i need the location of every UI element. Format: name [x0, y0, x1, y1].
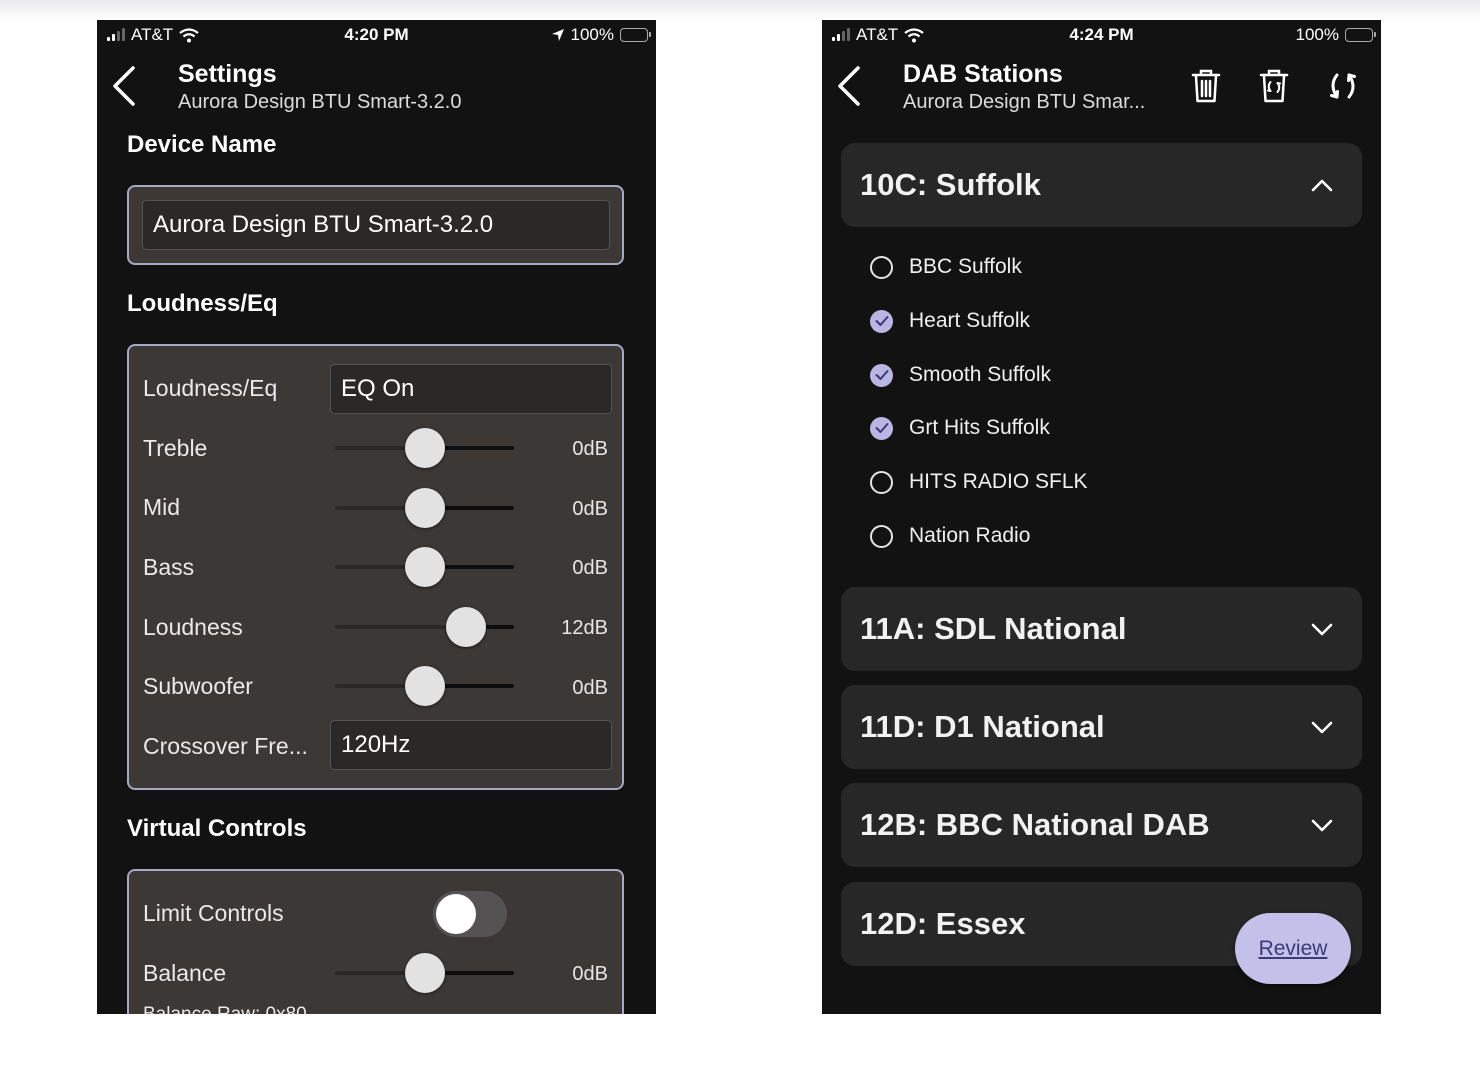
loudness-label: Loudness: [143, 614, 243, 640]
balance-label: Balance: [143, 960, 227, 986]
subwoofer-slider[interactable]: [335, 666, 514, 706]
station-label: HITS RADIO SFLK: [909, 470, 1088, 493]
back-chevron-icon[interactable]: [109, 64, 139, 108]
channel-group-title: 11A: SDL National: [860, 611, 1127, 646]
chevron-down-icon[interactable]: [1310, 717, 1334, 737]
mid-label: Mid: [143, 494, 181, 520]
bass-slider-knob[interactable]: [404, 547, 445, 587]
dab-stations-screen: AT&T 4:24 PM 100% DAB Stations Aurora De…: [822, 20, 1381, 1014]
battery-icon: [1345, 28, 1376, 42]
channel-group-title: 12B: BBC National DAB: [860, 807, 1210, 842]
loudness-value: 12dB: [561, 617, 608, 639]
mid-slider[interactable]: [335, 488, 514, 528]
channel-group-title: 12D: Essex: [860, 906, 1026, 941]
battery-icon: [620, 28, 651, 42]
station-label: BBC Suffolk: [909, 255, 1022, 278]
channel-group-11d[interactable]: 11D: D1 National: [841, 685, 1362, 769]
chevron-up-icon[interactable]: [1310, 175, 1334, 195]
loudness-eq-panel: Loudness/Eq EQ On Treble 0dB Mid 0dB Bas…: [127, 344, 624, 790]
radio-unchecked-icon[interactable]: [870, 524, 893, 548]
page-title: DAB Stations: [903, 60, 1063, 88]
station-item[interactable]: Heart Suffolk: [870, 301, 1030, 341]
device-name-heading: Device Name: [127, 131, 277, 158]
channel-group-12b[interactable]: 12B: BBC National DAB: [841, 783, 1362, 867]
radio-checked-icon[interactable]: [870, 363, 893, 387]
battery-percent: 100%: [570, 25, 614, 44]
station-item[interactable]: Grt Hits Suffolk: [870, 408, 1050, 448]
subwoofer-slider-knob[interactable]: [404, 666, 445, 706]
radio-unchecked-icon[interactable]: [870, 255, 893, 279]
balance-value: 0dB: [572, 963, 608, 985]
station-label: Smooth Suffolk: [909, 363, 1052, 386]
page-subtitle: Aurora Design BTU Smart-3.2.0: [178, 91, 462, 113]
treble-slider[interactable]: [335, 428, 514, 468]
station-item[interactable]: BBC Suffolk: [870, 247, 1022, 287]
trash-icon[interactable]: [1188, 68, 1224, 104]
station-label: Nation Radio: [909, 524, 1031, 547]
station-item[interactable]: Smooth Suffolk: [870, 355, 1051, 395]
eq-mode-label: Loudness/Eq: [143, 375, 278, 401]
station-item[interactable]: HITS RADIO SFLK: [870, 462, 1088, 502]
eq-mode-select[interactable]: EQ On: [330, 364, 612, 414]
subwoofer-label: Subwoofer: [143, 673, 253, 699]
status-bar: AT&T 4:24 PM 100%: [822, 20, 1381, 50]
loudness-slider[interactable]: [335, 607, 514, 647]
virtual-controls-panel: Limit Controls Balance 0dB Balance Raw: …: [127, 869, 624, 1014]
trash-refresh-icon[interactable]: [1256, 68, 1292, 104]
page-title: Settings: [178, 60, 277, 88]
mid-slider-knob[interactable]: [404, 488, 445, 528]
channel-group-11a[interactable]: 11A: SDL National: [841, 587, 1362, 671]
virtual-controls-heading: Virtual Controls: [127, 815, 307, 842]
loudness-eq-heading: Loudness/Eq: [127, 290, 278, 317]
refresh-icon[interactable]: [1325, 68, 1361, 104]
device-name-field[interactable]: Aurora Design BTU Smart-3.2.0: [142, 200, 610, 250]
subwoofer-value: 0dB: [572, 677, 608, 699]
bass-value: 0dB: [572, 557, 608, 579]
limit-controls-label: Limit Controls: [143, 900, 284, 926]
station-label: Heart Suffolk: [909, 309, 1031, 332]
limit-controls-toggle[interactable]: [433, 891, 507, 937]
channel-group-title: 10C: Suffolk: [860, 167, 1041, 202]
battery-percent: 100%: [1295, 25, 1339, 44]
balance-slider-knob[interactable]: [404, 953, 445, 993]
review-button[interactable]: Review: [1235, 913, 1351, 984]
chevron-down-icon[interactable]: [1310, 815, 1334, 835]
page-subtitle: Aurora Design BTU Smar...: [903, 91, 1146, 113]
balance-raw-label: Balance Raw: 0x80: [143, 1004, 307, 1014]
bass-label: Bass: [143, 554, 195, 580]
treble-value: 0dB: [572, 438, 608, 460]
treble-label: Treble: [143, 435, 208, 461]
station-label: Grt Hits Suffolk: [909, 416, 1050, 439]
radio-unchecked-icon[interactable]: [870, 470, 893, 494]
crossover-select[interactable]: 120Hz: [330, 720, 612, 770]
treble-slider-knob[interactable]: [404, 428, 445, 468]
device-name-panel: Aurora Design BTU Smart-3.2.0: [127, 185, 624, 265]
station-item[interactable]: Nation Radio: [870, 516, 1030, 556]
bass-slider[interactable]: [335, 547, 514, 587]
crossover-label: Crossover Fre...: [143, 733, 308, 759]
mid-value: 0dB: [572, 498, 608, 520]
chevron-down-icon[interactable]: [1310, 619, 1334, 639]
location-arrow-icon: [551, 29, 564, 41]
channel-group-title: 11D: D1 National: [860, 709, 1105, 744]
channel-group-10c[interactable]: 10C: Suffolk: [841, 143, 1362, 227]
back-chevron-icon[interactable]: [834, 64, 864, 108]
radio-checked-icon[interactable]: [870, 416, 893, 440]
settings-screen: AT&T 4:20 PM 100% Settings Aurora Design…: [97, 20, 656, 1014]
radio-checked-icon[interactable]: [870, 309, 893, 333]
loudness-slider-knob[interactable]: [445, 607, 486, 647]
status-bar: AT&T 4:20 PM 100%: [97, 20, 656, 50]
balance-slider[interactable]: [335, 953, 514, 993]
